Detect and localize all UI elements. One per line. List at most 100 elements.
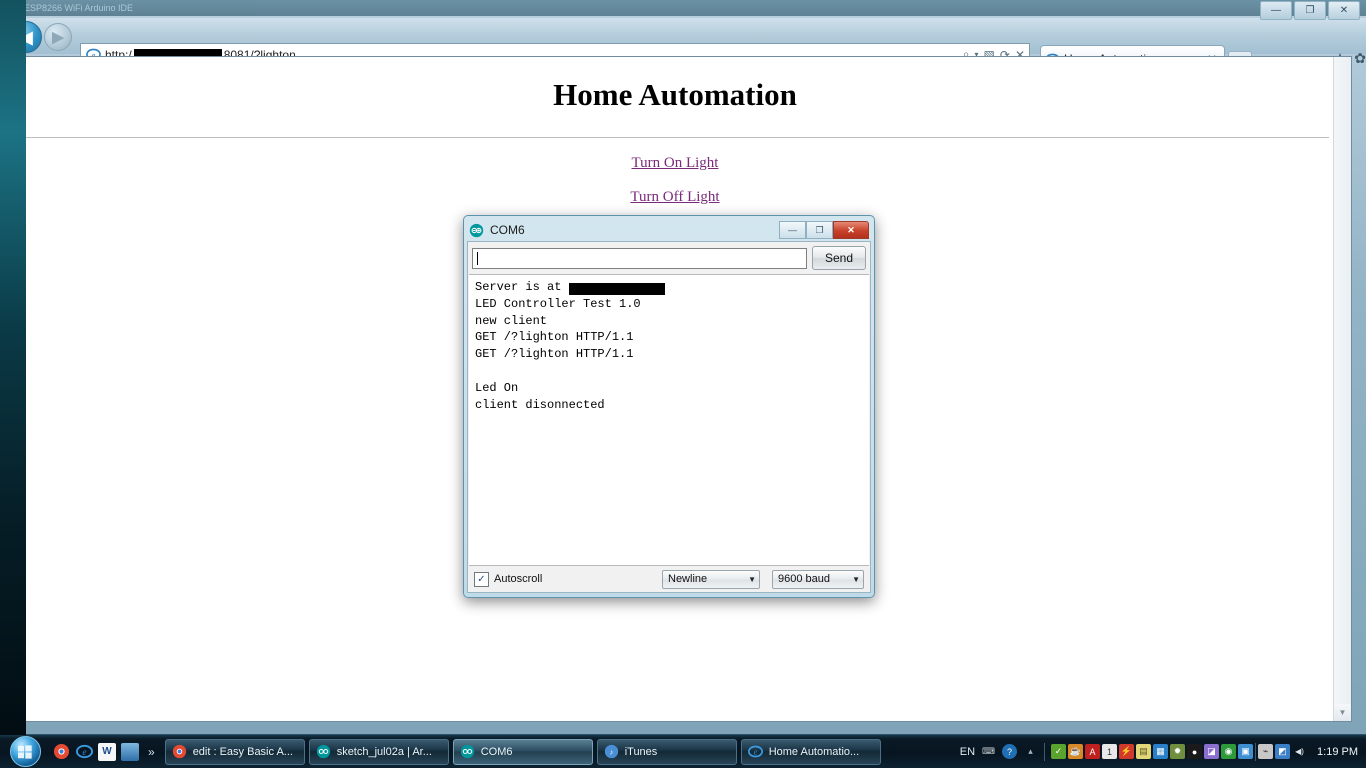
word-icon[interactable]: W: [98, 742, 116, 761]
serial-monitor-title: COM6: [490, 223, 525, 237]
autoscroll-label: Autoscroll: [494, 573, 543, 585]
flash-icon[interactable]: ⚡: [1119, 744, 1135, 759]
keyboard-icon[interactable]: ⌨: [981, 744, 996, 759]
serial-close-button[interactable]: ✕: [833, 221, 869, 239]
system-tray: EN ⌨ ? ▴ ✓ ☕ A 1 ⚡ ▤ ▦ ✹ ● ◪ ◉ ▣ ⌁ ◩ ◀): [960, 742, 1366, 761]
line-ending-value: Newline: [668, 573, 708, 585]
svg-text:e: e: [754, 747, 758, 756]
log-line: GET /?lighton HTTP/1.1: [475, 347, 634, 362]
log-line: GET /?lighton HTTP/1.1: [475, 330, 634, 345]
taskbar-button-sketch[interactable]: sketch_jul02a | Ar...: [308, 738, 449, 765]
scroll-down-arrow-icon[interactable]: ▼: [1334, 704, 1351, 721]
taskbar-button-label: COM6: [480, 745, 513, 758]
tray-icon-group: ✓ ☕ A 1 ⚡ ▤ ▦ ✹ ● ◪ ◉ ▣ ⌁ ◩ ◀): [1051, 742, 1307, 761]
browser-window-controls: — ❐ ✕: [1260, 1, 1360, 20]
send-button[interactable]: Send: [812, 246, 866, 270]
settings-gear-icon[interactable]: ✿: [1354, 50, 1366, 67]
java-icon[interactable]: ☕: [1068, 744, 1084, 759]
maximize-button[interactable]: ❐: [1294, 1, 1326, 20]
chevron-down-icon: ▼: [852, 574, 860, 584]
serial-output-log: Server is at LED Controller Test 1.0 new…: [469, 274, 869, 566]
autoscroll-checkbox-wrap[interactable]: ✓ Autoscroll: [474, 571, 543, 587]
windows-logo-icon: [9, 736, 41, 767]
back-arrow-icon: ◀: [19, 27, 33, 47]
serial-input-row: Send: [468, 242, 870, 274]
arduino-logo-icon: [469, 223, 484, 238]
log-line: client disonnected: [475, 397, 605, 412]
forward-button[interactable]: ▶: [44, 23, 72, 51]
chrome-icon[interactable]: [52, 743, 70, 761]
taskbar-button-easy-basic[interactable]: edit : Easy Basic A...: [164, 738, 305, 765]
link-turn-off-light[interactable]: Turn Off Light: [630, 189, 719, 205]
update-icon[interactable]: ▣: [1238, 744, 1254, 759]
serial-maximize-button[interactable]: ❐: [806, 221, 833, 239]
arduino-icon: [460, 744, 476, 760]
back-button[interactable]: ◀: [10, 21, 42, 53]
turn-off-light-row: Turn Off Light: [15, 188, 1335, 206]
serial-send-input[interactable]: [472, 247, 807, 269]
install-icon[interactable]: ✹: [1170, 744, 1186, 759]
paint-icon[interactable]: ◉: [1221, 744, 1237, 759]
log-line-blank: [475, 363, 863, 380]
close-button[interactable]: ✕: [1328, 1, 1360, 20]
serial-monitor-body: Send Server is at LED Controller Test 1.…: [467, 241, 871, 593]
taskbar: e W » edit : Easy Basic A... sketch_jul0…: [0, 734, 1366, 768]
itunes-icon: ♪: [604, 744, 620, 760]
quick-launch-overflow-icon[interactable]: »: [148, 745, 155, 759]
browser-navigation-bar: ◀ ▶ e http:/8081/?lighton ⌕ ▾ ▧ ⟳ ✕ ✿: [0, 18, 1366, 72]
taskbar-button-itunes[interactable]: ♪ iTunes: [596, 738, 737, 765]
taskbar-button-label: edit : Easy Basic A...: [192, 745, 293, 758]
minimize-button[interactable]: —: [1260, 1, 1292, 20]
log-line: Server is at: [475, 279, 863, 296]
internet-explorer-icon[interactable]: e: [75, 743, 93, 761]
internet-explorer-icon: e: [748, 744, 764, 760]
taskbar-button-com6[interactable]: COM6: [452, 738, 593, 765]
line-ending-select[interactable]: Newline ▼: [662, 569, 760, 589]
taskbar-button-label: iTunes: [624, 745, 658, 758]
ati-catalyst-icon[interactable]: A: [1085, 744, 1101, 759]
show-desktop-icon[interactable]: [121, 742, 139, 761]
chevron-down-icon: ▼: [748, 574, 756, 584]
log-line: Led On: [475, 380, 519, 395]
taskbar-button-label: sketch_jul02a | Ar...: [336, 745, 432, 758]
serial-monitor-titlebar[interactable]: COM6 — ❐ ✕: [467, 219, 871, 241]
turn-on-light-row: Turn On Light: [15, 154, 1335, 172]
onedrive-icon[interactable]: 1: [1102, 744, 1118, 759]
show-hidden-icons-icon[interactable]: ▴: [1023, 744, 1038, 759]
background-window-title: ESP8266 WiFi Arduino IDE: [0, 0, 1366, 16]
tray-separator: [1044, 742, 1046, 761]
antivirus-icon[interactable]: ✓: [1051, 744, 1067, 759]
help-icon[interactable]: ?: [1002, 744, 1018, 759]
serial-window-controls: — ❐ ✕: [779, 221, 869, 239]
taskbar-buttons: edit : Easy Basic A... sketch_jul02a | A…: [164, 738, 881, 765]
arduino-icon: [316, 744, 332, 760]
chrome-icon: [172, 744, 188, 760]
desktop-background: ESP8266 WiFi Arduino IDE — ❐ ✕ ◀ ▶ e htt…: [0, 0, 1366, 768]
power-icon[interactable]: ⌁: [1258, 744, 1274, 759]
volume-icon[interactable]: ◀): [1292, 744, 1307, 759]
media-icon[interactable]: ◪: [1204, 744, 1220, 759]
baud-rate-value: 9600 baud: [778, 573, 830, 585]
note-icon[interactable]: ▤: [1136, 744, 1152, 759]
baud-rate-select[interactable]: 9600 baud ▼: [772, 569, 864, 589]
language-indicator[interactable]: EN: [960, 746, 975, 758]
autoscroll-checkbox[interactable]: ✓: [474, 571, 489, 587]
clock[interactable]: 1:19 PM: [1317, 746, 1358, 758]
taskbar-button-label: Home Automatio...: [768, 745, 860, 758]
forward-arrow-icon: ▶: [52, 28, 64, 46]
serial-monitor-window: COM6 — ❐ ✕ Send Server is at LED Control…: [463, 215, 875, 598]
network-icon[interactable]: ◩: [1275, 744, 1291, 759]
text-caret: [477, 251, 478, 265]
svg-text:e: e: [82, 748, 86, 758]
dark-icon[interactable]: ●: [1187, 744, 1203, 759]
tray-separator: [1255, 742, 1257, 761]
taskbar-button-home-automation[interactable]: e Home Automatio...: [740, 738, 881, 765]
link-turn-on-light[interactable]: Turn On Light: [632, 155, 719, 171]
page-vertical-scrollbar[interactable]: ▼: [1333, 57, 1351, 721]
serial-minimize-button[interactable]: —: [779, 221, 806, 239]
page-title: Home Automation: [553, 77, 797, 112]
page-horizontal-rule: [21, 137, 1329, 138]
log-line: new client: [475, 313, 548, 328]
start-button[interactable]: [2, 736, 48, 767]
excel-icon[interactable]: ▦: [1153, 744, 1169, 759]
